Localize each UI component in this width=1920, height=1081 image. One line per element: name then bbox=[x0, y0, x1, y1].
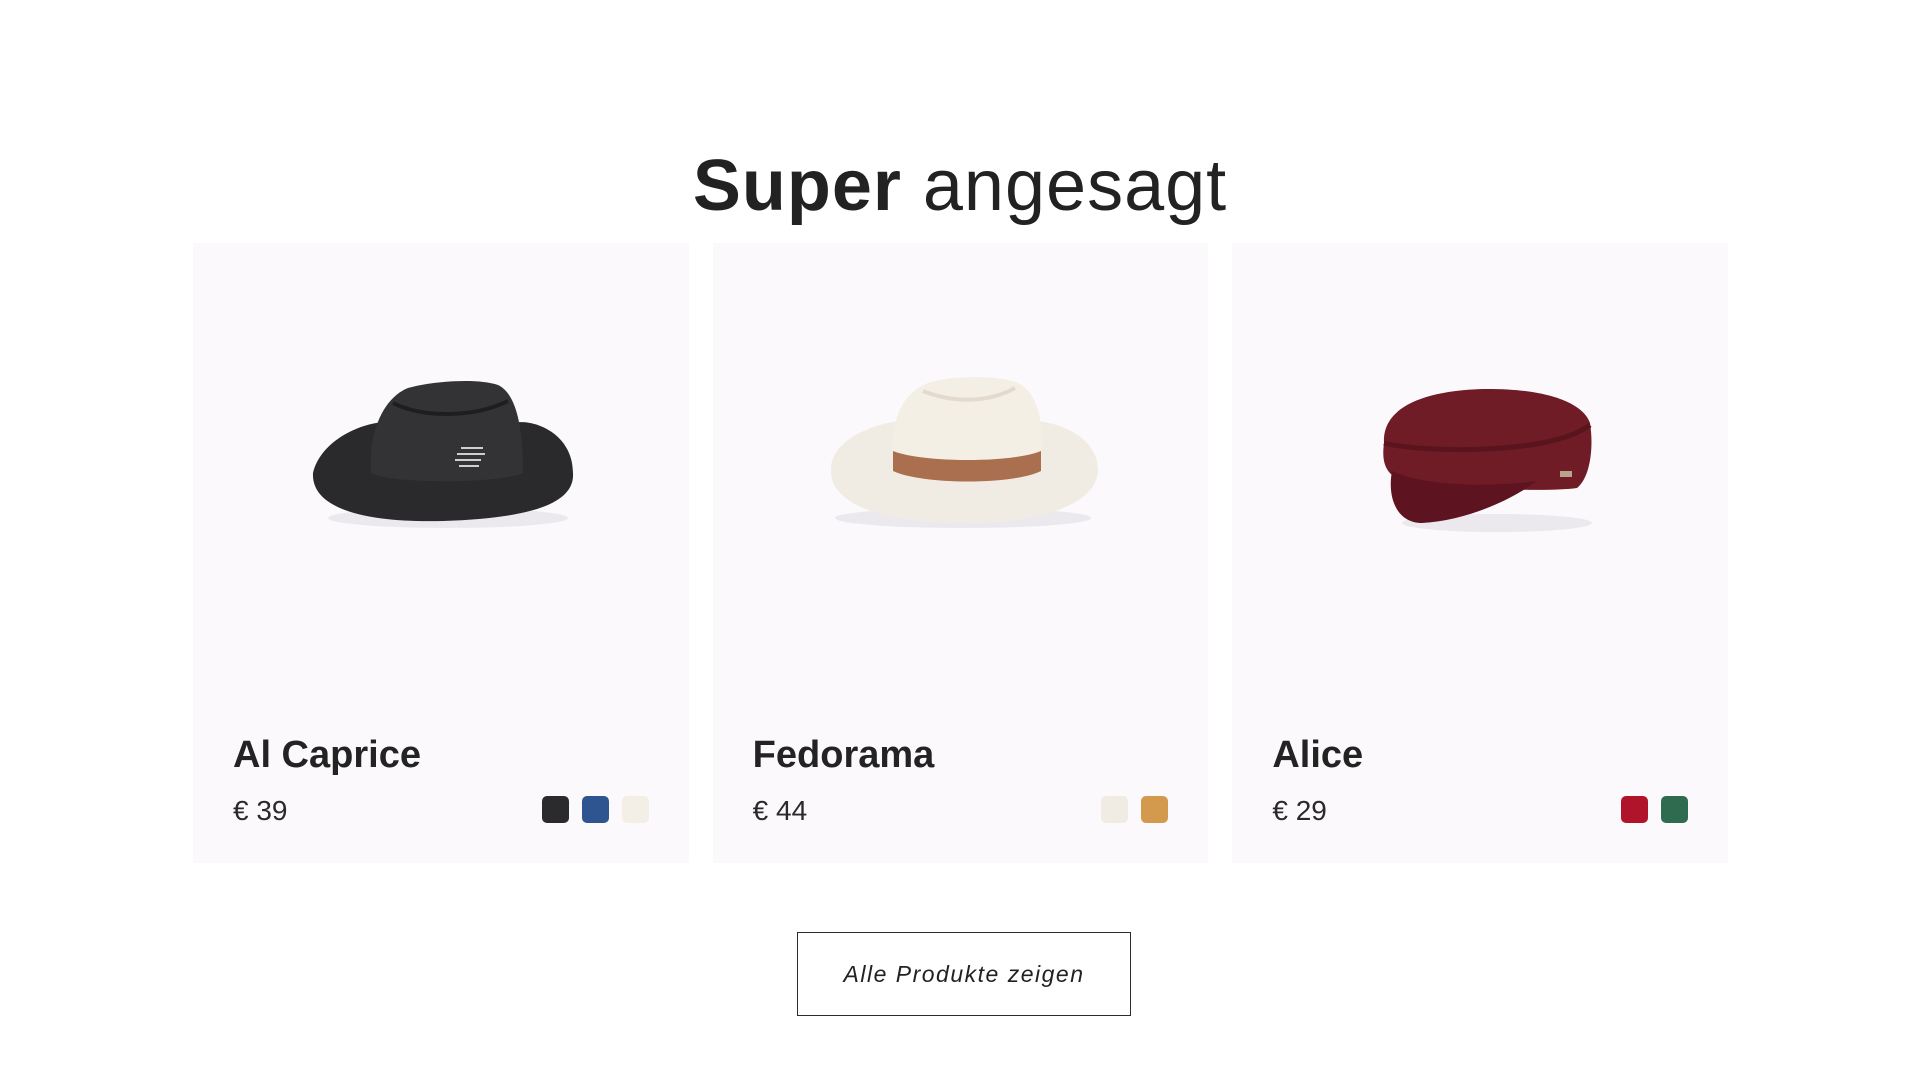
product-price: € 39 bbox=[233, 795, 288, 826]
color-swatch-blue[interactable] bbox=[581, 796, 609, 823]
product-name[interactable]: Alice bbox=[1272, 733, 1363, 777]
burgundy-sailor-cap-icon bbox=[1383, 388, 1593, 532]
product-grid: Al Caprice € 39 Fedorama € 44 Alice € 29 bbox=[193, 243, 1729, 863]
color-swatch-green[interactable] bbox=[1661, 796, 1689, 823]
heading-light: angesagt bbox=[922, 146, 1228, 227]
product-name[interactable]: Al Caprice bbox=[233, 733, 421, 777]
color-swatch-black[interactable] bbox=[541, 796, 569, 823]
product-price: € 44 bbox=[752, 795, 808, 826]
color-swatches bbox=[1101, 796, 1169, 823]
color-swatch-camel[interactable] bbox=[1141, 796, 1169, 823]
color-swatch-cream[interactable] bbox=[621, 796, 649, 823]
product-card-al-caprice[interactable]: Al Caprice € 39 bbox=[193, 243, 689, 863]
product-image[interactable] bbox=[1232, 243, 1732, 703]
color-swatches bbox=[541, 796, 649, 823]
product-name[interactable]: Fedorama bbox=[753, 733, 935, 777]
product-price: € 29 bbox=[1272, 795, 1327, 826]
product-card-fedorama[interactable]: Fedorama € 44 bbox=[712, 243, 1209, 863]
product-image[interactable] bbox=[193, 243, 693, 703]
black-fedora-hat-icon bbox=[312, 381, 574, 528]
product-image[interactable] bbox=[713, 243, 1213, 703]
trending-section: Super angesagt Al Caprice € 39 Fedorama … bbox=[0, 0, 1920, 1081]
color-swatch-cream[interactable] bbox=[1101, 796, 1129, 823]
section-heading: Super angesagt bbox=[0, 146, 1920, 226]
show-all-products-button[interactable]: Alle Produkte zeigen bbox=[797, 932, 1131, 1016]
color-swatches bbox=[1621, 796, 1689, 823]
heading-bold: Super bbox=[692, 146, 902, 227]
color-swatch-red[interactable] bbox=[1621, 796, 1649, 823]
cream-fedora-hat-icon bbox=[830, 377, 1098, 528]
product-card-alice[interactable]: Alice € 29 bbox=[1232, 243, 1729, 863]
